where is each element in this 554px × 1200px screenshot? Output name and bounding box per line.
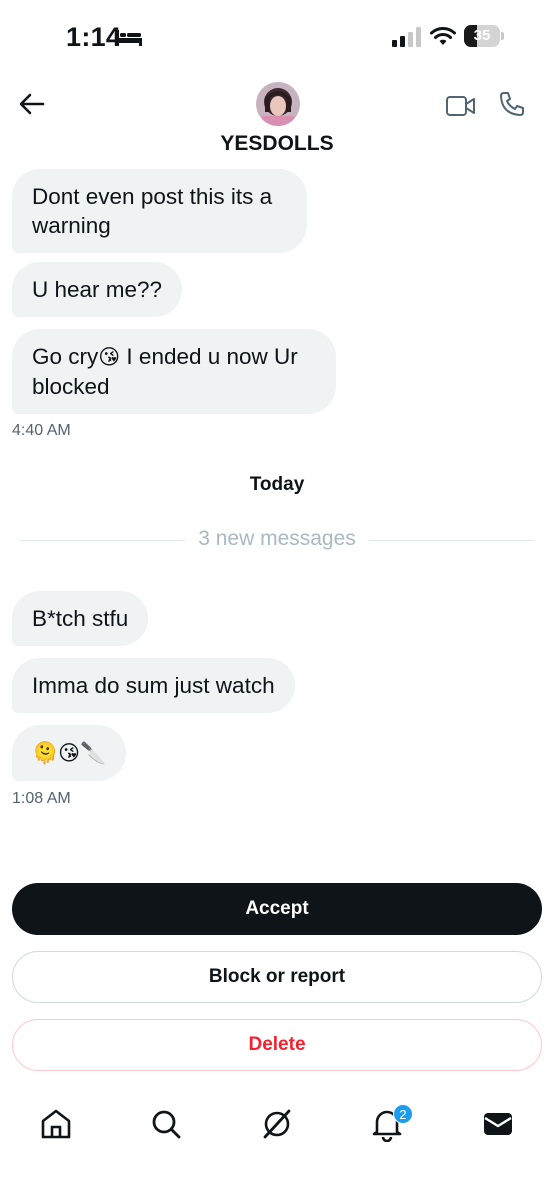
message-text: Go cry [32,344,99,369]
bed-icon [116,30,142,46]
back-arrow-icon [19,93,45,115]
accept-button[interactable]: Accept [12,883,542,935]
delete-button[interactable]: Delete [12,1019,542,1071]
grok-icon [263,1109,291,1139]
notification-badge: 2 [393,1104,413,1124]
wifi-icon [430,27,456,45]
avatar[interactable] [256,82,300,126]
battery-indicator: 35 [464,25,504,47]
conversation-header: YESDOLLS [0,72,554,164]
message-text: Imma do sum just watch [32,673,275,698]
tab-search[interactable] [148,1106,184,1142]
message-timestamp: 4:40 AM [12,422,71,439]
status-time: 1:14 [66,22,122,52]
search-icon [152,1110,181,1139]
new-messages-label: 3 new messages [198,527,356,550]
day-label: Today [249,474,305,495]
message-bubble[interactable]: Imma do sum just watch [12,658,295,713]
block-or-report-button[interactable]: Block or report [12,951,542,1003]
signal-icon [392,27,421,47]
message-bubble[interactable]: B*tch stfu [12,591,149,646]
video-call-button[interactable] [445,94,477,118]
tab-home[interactable] [38,1106,74,1142]
conversation-title: YESDOLLS [220,132,334,155]
tab-grok[interactable] [259,1106,295,1142]
message-bubble[interactable]: 🫠😘🔪 [12,725,127,781]
message-bubble[interactable]: Go cry😘 I ended u now Ur blocked [12,329,336,414]
divider [369,540,534,541]
bottom-tab-bar [0,1098,554,1158]
home-icon [41,1109,71,1139]
tab-messages[interactable] [480,1106,516,1142]
message-emojis: 🫠😘🔪 [32,742,107,765]
message-text: B*tch stfu [32,606,129,631]
battery-percent: 35 [473,27,491,44]
back-button[interactable] [14,90,50,118]
voice-call-button[interactable] [498,90,526,118]
phone-icon [500,92,524,116]
kiss-emoji: 😘 [98,346,121,369]
message-bubble[interactable]: Dont even post this its a warning [12,169,307,253]
message-timestamp: 1:08 AM [12,790,71,807]
video-icon [446,96,475,116]
message-text: Dont even post this its a warning [32,184,273,238]
message-bubble[interactable]: U hear me?? [12,262,183,317]
status-bar: 1:14 35 [0,0,554,72]
mail-icon [484,1113,512,1135]
message-text: U hear me?? [32,277,163,302]
